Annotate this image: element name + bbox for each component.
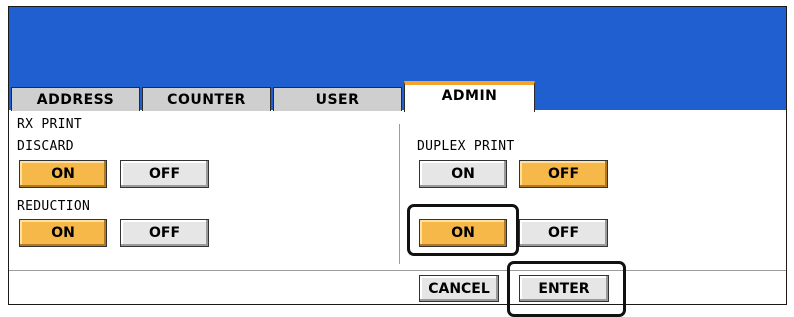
tab-user[interactable]: USER [273,87,402,111]
footer-divider [9,270,786,271]
duplex-print-off-button[interactable]: OFF [519,160,608,188]
discard-on-button[interactable]: ON [19,160,107,188]
reduction-off-button[interactable]: OFF [120,219,209,247]
discard-label: DISCARD [17,139,74,154]
tab-address[interactable]: ADDRESS [11,87,140,111]
admin-panel: ADDRESS COUNTER USER ADMIN RX PRINT DISC… [8,6,787,305]
cancel-button[interactable]: CANCEL [419,275,499,302]
tab-admin[interactable]: ADMIN [404,81,535,112]
highlight-frame-on [407,204,519,256]
section-title: RX PRINT [17,117,83,132]
discard-off-button[interactable]: OFF [120,160,209,188]
reduction-on-button[interactable]: ON [19,219,107,247]
duplex-print-label: DUPLEX PRINT [417,139,515,154]
column-divider [399,124,400,264]
duplex-print-on-button[interactable]: ON [419,160,507,188]
paper-size-off-button[interactable]: OFF [519,219,608,247]
tab-counter[interactable]: COUNTER [142,87,271,111]
reduction-label: REDUCTION [17,199,91,214]
